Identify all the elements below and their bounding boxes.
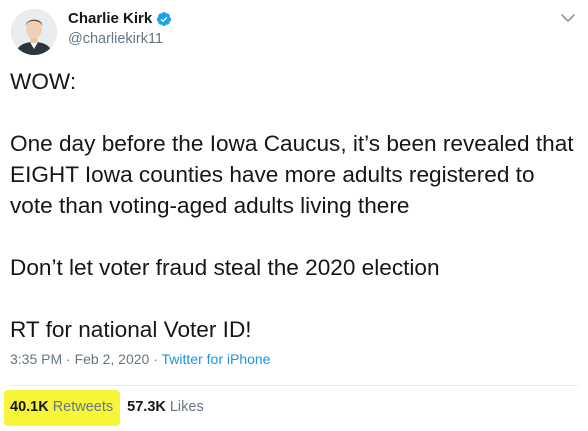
meta-separator: · bbox=[62, 351, 75, 367]
tweet-line: One day before the Iowa Caucus, it’s bee… bbox=[10, 131, 574, 156]
tweet-card: Charlie Kirk @charliekirk11 WOW: One day… bbox=[0, 0, 588, 431]
tweet-time[interactable]: 3:35 PM bbox=[10, 351, 62, 367]
tweet-line: RT for national Voter ID! bbox=[10, 317, 252, 342]
retweets-stat[interactable]: 40.1K Retweets bbox=[10, 397, 113, 417]
meta-separator: · bbox=[149, 351, 162, 367]
tweet-date[interactable]: Feb 2, 2020 bbox=[75, 351, 150, 367]
tweet-meta: 3:35 PM · Feb 2, 2020 · Twitter for iPho… bbox=[10, 349, 270, 369]
chevron-down-icon[interactable] bbox=[560, 12, 576, 24]
tweet-line-break bbox=[10, 283, 580, 314]
tweet-text: WOW: One day before the Iowa Caucus, it’… bbox=[10, 66, 580, 345]
verified-badge-icon bbox=[157, 12, 172, 26]
likes-label: Likes bbox=[169, 399, 204, 415]
retweets-count: 40.1K bbox=[10, 399, 49, 415]
author-display-name[interactable]: Charlie Kirk bbox=[68, 9, 152, 29]
retweets-label: Retweets bbox=[52, 399, 114, 415]
display-name-row: Charlie Kirk bbox=[68, 9, 172, 29]
tweet-line-break bbox=[10, 97, 580, 128]
avatar-photo-icon bbox=[11, 9, 57, 55]
tweet-stats: 40.1K Retweets 57.3K Likes bbox=[10, 397, 204, 417]
likes-stat[interactable]: 57.3K Likes bbox=[127, 397, 204, 417]
tweet-line: vote than voting-aged adults living ther… bbox=[10, 193, 410, 218]
author-avatar[interactable] bbox=[11, 9, 57, 55]
stats-divider bbox=[10, 385, 578, 386]
author-info: Charlie Kirk @charliekirk11 bbox=[68, 9, 172, 49]
tweet-line: EIGHT Iowa counties have more adults reg… bbox=[10, 162, 535, 187]
tweet-line-break bbox=[10, 221, 580, 252]
tweet-source-link[interactable]: Twitter for iPhone bbox=[162, 351, 271, 367]
likes-count: 57.3K bbox=[127, 399, 166, 415]
author-handle[interactable]: @charliekirk11 bbox=[68, 29, 172, 49]
tweet-line: WOW: bbox=[10, 69, 77, 94]
tweet-line: Don’t let voter fraud steal the 2020 ele… bbox=[10, 255, 440, 280]
